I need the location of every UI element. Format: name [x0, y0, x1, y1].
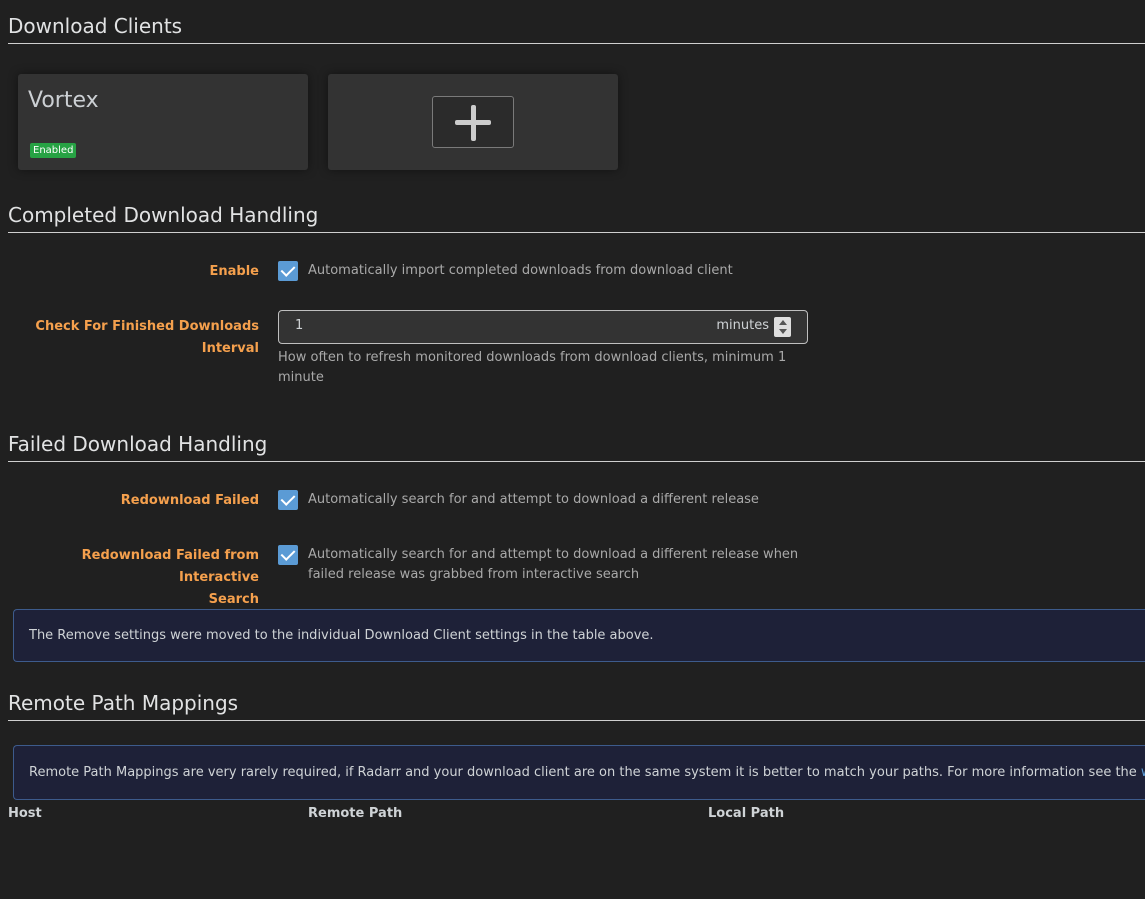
download-client-card-vortex[interactable]: Vortex Enabled: [18, 74, 308, 170]
interval-help-text: How often to refresh monitored downloads…: [278, 350, 787, 385]
redownload-failed-label: Redownload Failed: [120, 493, 259, 508]
column-header-host[interactable]: Host: [8, 806, 42, 821]
redownload-interactive-checkbox[interactable]: [278, 545, 298, 565]
client-name: Vortex: [28, 88, 99, 113]
redownload-failed-checkbox[interactable]: [278, 490, 298, 510]
redownload-failed-help-text: Automatically search for and attempt to …: [308, 492, 759, 507]
completed-download-handling-heading: Completed Download Handling: [8, 202, 1145, 233]
column-header-local-path[interactable]: Local Path: [708, 806, 784, 821]
remote-path-notice: Remote Path Mappings are very rarely req…: [13, 745, 1145, 800]
chevron-down-icon[interactable]: [779, 329, 787, 334]
status-badge: Enabled: [30, 143, 77, 158]
enable-label: Enable: [209, 264, 260, 279]
download-clients-heading: Download Clients: [8, 13, 1145, 44]
interval-stepper[interactable]: [774, 317, 791, 337]
enable-help-text: Automatically import completed downloads…: [308, 263, 733, 278]
interval-value: 1: [295, 318, 304, 333]
remove-settings-notice: The Remove settings were moved to the in…: [13, 609, 1145, 662]
redownload-interactive-help-text: Automatically search for and attempt to …: [308, 547, 799, 582]
add-client-button[interactable]: [432, 96, 514, 148]
enable-checkbox[interactable]: [278, 261, 298, 281]
add-download-client-card[interactable]: [328, 74, 618, 170]
check-interval-input[interactable]: 1 minutes: [278, 310, 808, 344]
check-interval-label: Check For Finished Downloads Interval: [35, 319, 259, 356]
column-header-remote-path[interactable]: Remote Path: [308, 806, 402, 821]
chevron-up-icon[interactable]: [779, 320, 787, 325]
failed-download-handling-heading: Failed Download Handling: [8, 431, 1145, 462]
interval-unit: minutes: [716, 318, 769, 333]
wiki-link[interactable]: wiki: [1141, 765, 1145, 780]
remote-path-mappings-heading: Remote Path Mappings: [8, 690, 1145, 721]
redownload-interactive-label: Redownload Failed from Interactive Searc…: [81, 548, 259, 607]
